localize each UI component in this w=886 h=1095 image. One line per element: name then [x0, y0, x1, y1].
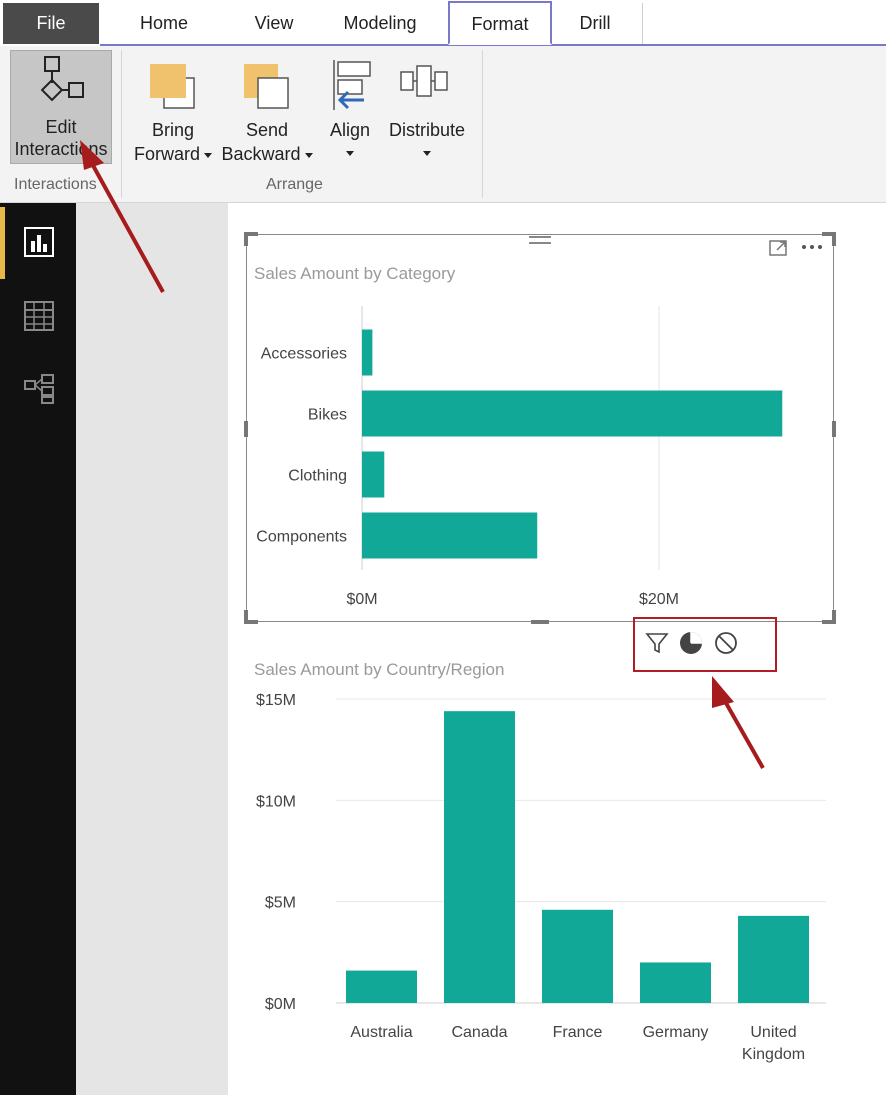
tab-file[interactable]: File [3, 3, 99, 44]
align-dropdown [322, 140, 378, 164]
bring-forward-label-line2: Forward [128, 142, 218, 166]
align-button[interactable]: Align [322, 50, 378, 170]
group-separator [482, 50, 483, 198]
active-view-indicator [0, 207, 5, 279]
category-visual-selection-border[interactable] [246, 234, 834, 622]
model-view-icon[interactable] [22, 371, 56, 405]
resize-handle[interactable] [531, 620, 549, 624]
send-backward-label-line2: Backward [220, 142, 314, 166]
tab-home[interactable]: Home [116, 3, 212, 44]
edit-interactions-label-line2: Interactions [14, 139, 108, 159]
chevron-down-icon [204, 152, 212, 158]
tab-drill[interactable]: Drill [548, 3, 642, 44]
distribute-button[interactable]: Distribute [384, 50, 470, 170]
bring-forward-label-text: Forward [133, 144, 200, 164]
report-view-icon[interactable] [22, 225, 56, 259]
arrange-group-label: Arrange [266, 176, 323, 193]
more-options-icon[interactable] [800, 242, 826, 252]
none-icon[interactable] [713, 630, 739, 656]
interactions-group-label: Interactions [14, 176, 97, 193]
distribute-icon [400, 65, 448, 97]
drag-handle-icon[interactable] [528, 234, 552, 248]
ribbon: Edit Interactions Interactions Bring For… [0, 46, 886, 203]
send-backward-icon [244, 64, 289, 109]
bring-forward-button[interactable]: Bring Forward [128, 50, 218, 170]
resize-handle[interactable] [244, 232, 248, 246]
filter-icon[interactable] [645, 631, 669, 655]
edit-interactions-label-line1: Edit [45, 117, 77, 137]
canvas-margin [76, 203, 228, 1095]
bring-forward-label-line1: Bring [151, 120, 195, 140]
resize-handle[interactable] [244, 421, 248, 437]
ribbon-tab-bar: File Home View Modeling Format Drill [0, 0, 886, 46]
highlight-icon[interactable] [678, 630, 704, 656]
category-chart-title: Sales Amount by Category [254, 264, 456, 283]
data-view-icon[interactable] [22, 299, 56, 333]
tab-view[interactable]: View [226, 3, 322, 44]
distribute-label: Distribute [388, 120, 466, 140]
country-chart-title: Sales Amount by Country/Region [254, 660, 505, 679]
align-icon [333, 60, 371, 110]
focus-mode-icon[interactable] [768, 238, 790, 258]
tab-modeling[interactable]: Modeling [330, 3, 430, 44]
tab-format[interactable]: Format [448, 1, 552, 45]
distribute-dropdown [384, 140, 470, 164]
send-backward-label-line1: Send [245, 120, 289, 140]
left-nav-bar [0, 203, 76, 1095]
bring-forward-icon [150, 64, 195, 109]
resize-handle[interactable] [832, 232, 836, 246]
resize-handle[interactable] [832, 610, 836, 624]
resize-handle[interactable] [244, 610, 248, 624]
chevron-down-icon [304, 152, 313, 158]
align-label: Align [329, 120, 371, 140]
resize-handle[interactable] [832, 421, 836, 437]
send-backward-button[interactable]: Send Backward [220, 50, 314, 170]
edit-interactions-icon [40, 56, 84, 102]
edit-interactions-button[interactable]: Edit Interactions [10, 50, 112, 164]
chevron-down-icon [346, 150, 354, 156]
group-separator [121, 50, 122, 198]
chevron-down-icon [423, 150, 431, 156]
send-backward-label-text: Backward [221, 144, 301, 164]
tab-separator [642, 3, 643, 44]
